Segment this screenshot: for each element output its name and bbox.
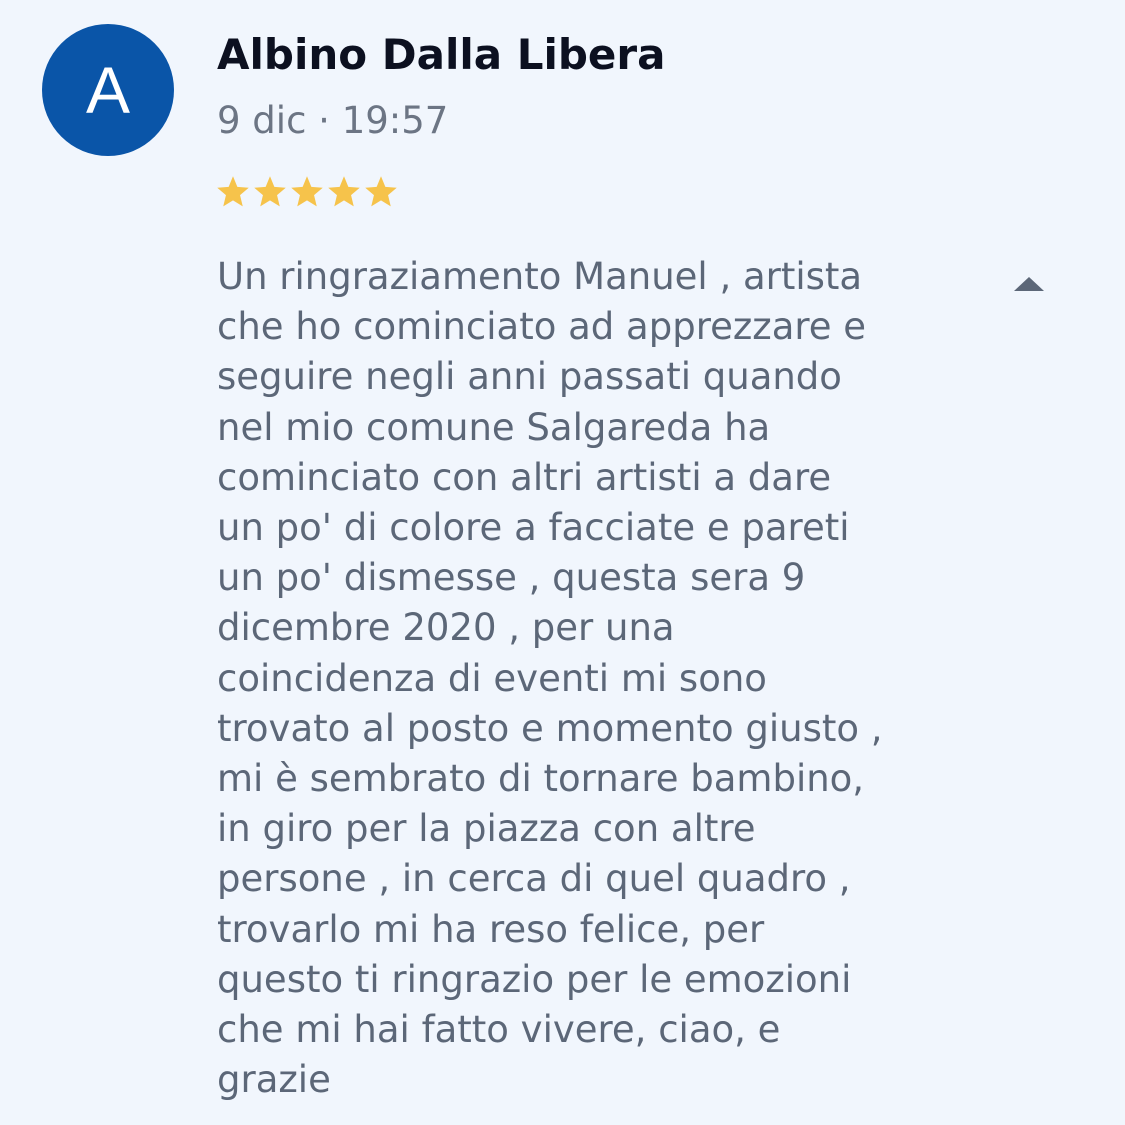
star-icon (254, 176, 286, 207)
avatar-letter: A (85, 53, 131, 127)
review-timestamp: 9 dic · 19:57 (217, 99, 449, 142)
star-icon (328, 176, 360, 207)
star-icon (217, 176, 249, 207)
star-icon (291, 176, 323, 207)
review-text: Un ringraziamento Manuel , artista che h… (217, 255, 883, 1102)
avatar[interactable]: A (42, 24, 174, 156)
caret-up-icon[interactable] (1012, 275, 1046, 293)
star-rating (215, 174, 400, 210)
star-icon (365, 176, 397, 207)
reviewer-name: Albino Dalla Libera (217, 30, 666, 79)
